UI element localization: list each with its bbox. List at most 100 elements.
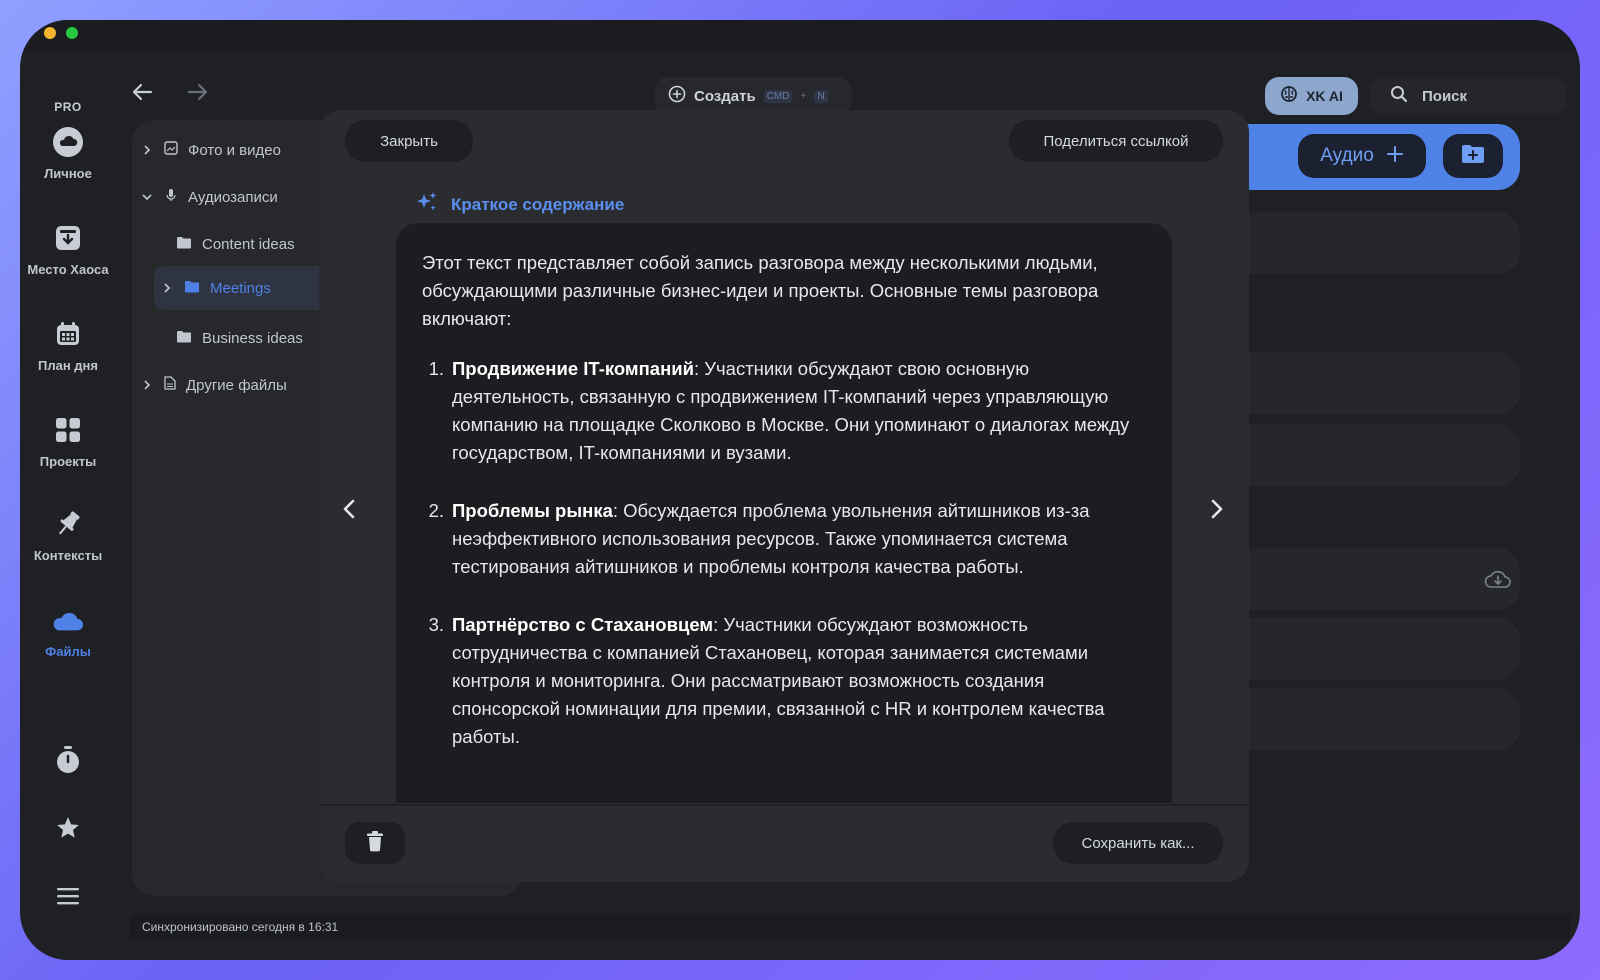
cloud-download-icon[interactable] [1484,568,1512,595]
tree-item-label: Business ideas [202,329,303,347]
ai-label: XK AI [1306,88,1343,104]
delete-button[interactable] [345,822,405,864]
tree-item-other-files[interactable]: Другие файлы [140,373,287,397]
sidebar-item-contexts[interactable]: Контексты [20,508,116,563]
zoom-window-button[interactable] [66,27,78,39]
grid-icon [52,414,84,446]
inbox-icon [52,222,84,254]
back-button[interactable] [128,78,156,106]
tree-item-audio[interactable]: Аудиозаписи [140,185,278,209]
summary-point: 2. Проблемы рынка: Обсуждается проблема … [422,497,1146,581]
list-item[interactable] [1230,212,1520,274]
files-cloud-icon [52,604,84,636]
tree-item-photos[interactable]: Фото и видео [140,138,281,162]
sidebar-item-personal[interactable]: Личное [20,126,116,181]
image-icon [164,141,178,159]
point-title: Проблемы рынка [452,500,613,521]
next-arrow-button[interactable] [1205,494,1229,524]
trash-icon [366,830,384,856]
cloud-icon [52,126,84,158]
point-title: Продвижение IT-компаний [452,358,694,379]
timer-icon[interactable] [52,744,84,776]
chevron-right-icon[interactable] [140,379,154,391]
previous-arrow-button[interactable] [337,494,361,524]
sidebar-item-label: План дня [38,358,98,373]
tree-item-label: Другие файлы [186,376,287,394]
brain-icon [1280,85,1298,108]
pin-icon [52,508,84,540]
sidebar-item-label: Место Хаоса [27,262,109,277]
plus-icon [1386,145,1404,168]
close-button[interactable]: Закрыть [345,120,473,162]
tree-item-label: Аудиозаписи [188,188,278,206]
microphone-icon [164,188,178,206]
save-as-button[interactable]: Сохранить как... [1053,822,1223,864]
add-folder-button[interactable] [1443,134,1503,178]
sidebar-item-label: Контексты [33,548,103,563]
folder-icon [184,280,200,297]
tree-item-content-ideas[interactable]: Content ideas [176,232,295,256]
chevron-down-icon[interactable] [140,193,154,201]
tree-item-label: Фото и видео [188,141,281,159]
sidebar-item-label: Файлы [45,644,91,659]
ai-button[interactable]: XK AI [1265,77,1358,115]
create-label: Создать [694,87,756,105]
sidebar-item-chaos[interactable]: Место Хаоса [20,222,116,277]
share-link-button[interactable]: Поделиться ссылкой [1009,120,1223,162]
plus-circle-icon [668,85,686,108]
summary-header: Краткое содержание [415,190,624,219]
point-number: 2. [428,500,444,521]
tree-item-label: Content ideas [202,235,295,253]
summary-content: Этот текст представляет собой запись раз… [396,223,1172,803]
forward-button[interactable] [184,78,212,106]
document-icon [164,376,176,394]
divider [319,173,1249,174]
search-icon [1390,85,1408,108]
tree-item-label: Meetings [210,279,271,297]
shortcut-plus: + [800,90,807,102]
list-item[interactable] [1230,688,1520,750]
calendar-icon [52,318,84,350]
sparkles-icon [415,190,439,219]
tree-item-business-ideas[interactable]: Business ideas [176,326,303,350]
folder-icon [176,330,192,347]
section-title: Краткое содержание [451,194,625,214]
status-bar: Синхронизировано сегодня в 16:31 [130,914,1570,940]
point-title: Партнёрство с Стахановцем [452,614,714,635]
star-icon[interactable] [52,812,84,844]
search-button[interactable]: Поиск [1370,77,1566,115]
shortcut-key: CMD [763,89,793,103]
sidebar-item-label: Личное [44,166,92,181]
point-number: 3. [428,614,444,635]
folder-plus-icon [1461,144,1485,169]
list-item[interactable] [1230,352,1520,414]
sidebar-item-day-plan[interactable]: План дня [20,318,116,373]
folder-icon [176,236,192,253]
summary-modal: Закрыть Поделиться ссылкой Краткое содер… [319,110,1249,882]
summary-intro: Этот текст представляет собой запись раз… [422,252,1099,329]
summary-points: 1. Продвижение IT-компаний: Участники об… [422,355,1146,751]
modal-footer: Сохранить как... [319,804,1249,882]
chevron-right-icon[interactable] [160,282,174,294]
chevron-right-icon[interactable] [140,144,154,156]
minimize-window-button[interactable] [44,27,56,39]
sidebar-item-files[interactable]: Файлы [20,604,116,659]
point-number: 1. [428,358,444,379]
menu-icon[interactable] [52,880,84,912]
summary-point: 3. Партнёрство с Стахановцем: Участники … [422,611,1146,751]
list-item[interactable] [1230,618,1520,680]
plan-badge: PRO [54,100,82,114]
list-item[interactable] [1230,424,1520,486]
shortcut-key: N [814,89,828,103]
add-audio-button[interactable]: Аудио [1298,134,1426,178]
sidebar-item-projects[interactable]: Проекты [20,414,116,469]
title-bar [20,20,1580,50]
list-item[interactable] [1230,548,1520,610]
audio-label: Аудио [1320,145,1374,166]
sync-status: Синхронизировано сегодня в 16:31 [142,920,339,934]
search-label: Поиск [1422,87,1468,105]
summary-point: 1. Продвижение IT-компаний: Участники об… [422,355,1146,467]
app-window: PRO Личное Место Хаоса План дня Проекты [20,20,1580,960]
sidebar-item-label: Проекты [39,454,97,469]
sidebar: PRO Личное Место Хаоса План дня Проекты [20,50,116,960]
